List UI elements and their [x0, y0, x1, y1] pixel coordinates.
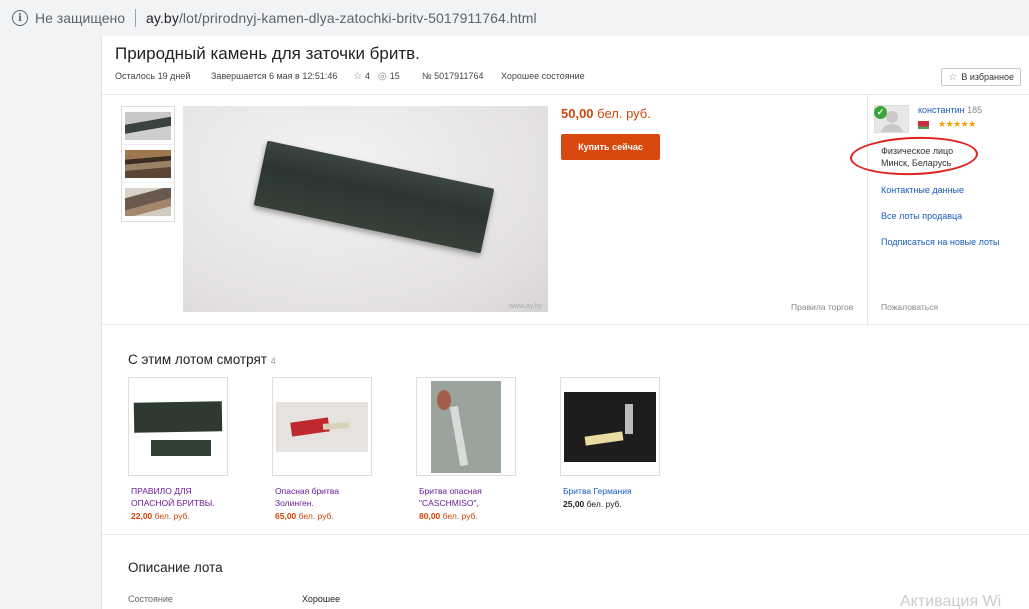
related-item[interactable]: Опасная бритва Золинген. 65,00 бел. руб.	[272, 377, 372, 521]
related-item-name[interactable]: ПРАВИЛО ДЛЯ ОПАСНОЙ БРИТВЫ.	[131, 485, 226, 509]
star-icon: ☆	[948, 71, 958, 83]
related-item-name[interactable]: Бритва опасная "CASCHMISO",	[419, 485, 514, 509]
annotation-circle	[849, 134, 979, 178]
check-icon: ✓	[874, 106, 887, 119]
related-item-image[interactable]	[560, 377, 660, 476]
belarus-flag-icon	[918, 121, 929, 129]
related-item[interactable]: Бритва опасная "CASCHMISO", 80,00 бел. ру…	[416, 377, 516, 521]
related-item-price: 25,00 бел. руб.	[563, 499, 660, 509]
price-value: 80,00	[419, 511, 441, 521]
name-line: Бритва Германия	[563, 486, 632, 496]
divider	[867, 94, 868, 324]
related-item-price: 80,00 бел. руб.	[419, 511, 516, 521]
condition-value: Хорошее	[302, 594, 341, 604]
divider	[135, 9, 136, 27]
lot-page: Природный камень для заточки бритв. Оста…	[101, 36, 1029, 609]
thumbnail[interactable]	[122, 107, 174, 145]
info-icon[interactable]: i	[12, 10, 28, 26]
url-domain: ay.by	[146, 10, 179, 26]
lot-price: 50,00 бел. руб.	[561, 106, 651, 121]
url-field[interactable]: ay.by/lot/prirodnyj-kamen-dlya-zatochki-…	[146, 10, 537, 26]
price-value: 50,00	[561, 106, 594, 121]
related-title-text: С этим лотом смотрят	[128, 352, 267, 367]
thumbnail-strip	[121, 106, 175, 222]
views-value: 15	[389, 71, 400, 81]
price-currency: бел. руб.	[298, 511, 334, 521]
condition-label: Состояние	[128, 594, 173, 604]
seller-lots-link[interactable]: Все лоты продавца	[881, 211, 962, 221]
price-currency: бел. руб.	[154, 511, 190, 521]
page-gutter	[0, 36, 101, 609]
add-to-favorites-button[interactable]: ☆ В избранное	[941, 68, 1021, 86]
lot-condition: Хорошее состояние	[501, 71, 585, 81]
related-item-price: 22,00 бел. руб.	[131, 511, 228, 521]
watchers-value: 4	[364, 71, 370, 81]
related-item-image[interactable]	[416, 377, 516, 476]
os-activation-watermark: Активация Wi	[900, 593, 1002, 609]
price-value: 22,00	[131, 511, 153, 521]
rating-stars: ★★★★★	[938, 119, 976, 129]
related-item-image[interactable]	[272, 377, 372, 476]
url-path: /lot/prirodnyj-kamen-dlya-zatochki-britv…	[178, 10, 537, 26]
related-item[interactable]: Бритва Германия 25,00 бел. руб.	[560, 377, 660, 509]
watchers-count: ☆ 4	[353, 71, 370, 82]
time-remaining: Осталось 19 дней	[115, 71, 191, 81]
star-icon: ☆	[353, 71, 362, 82]
divider	[102, 324, 1029, 325]
price-currency: бел. руб.	[442, 511, 478, 521]
security-label[interactable]: Не защищено	[35, 10, 125, 26]
name-line: Бритва опасная	[419, 486, 482, 496]
price-currency: бел. руб.	[586, 499, 622, 509]
name-line: Золинген.	[275, 498, 314, 508]
main-product-image[interactable]: www.ay.by	[183, 106, 548, 312]
eye-icon: ◎	[378, 71, 387, 82]
contact-details-link[interactable]: Контактные данные	[881, 185, 964, 195]
related-item-price: 65,00 бел. руб.	[275, 511, 372, 521]
related-item-name[interactable]: Опасная бритва Золинген.	[275, 485, 370, 509]
description-title: Описание лота	[128, 560, 223, 575]
price-currency: бел. руб.	[597, 106, 651, 121]
end-time: Завершается 6 мая в 12:51:46	[211, 71, 338, 81]
views-count: ◎ 15	[378, 71, 400, 82]
seller-name[interactable]: константин 185	[918, 105, 982, 115]
name-line: "CASCHMISO",	[419, 498, 479, 508]
price-value: 25,00	[563, 499, 585, 509]
related-item[interactable]: ПРАВИЛО ДЛЯ ОПАСНОЙ БРИТВЫ. 22,00 бел. ру…	[128, 377, 228, 521]
name-line: ОПАСНОЙ БРИТВЫ.	[131, 498, 215, 508]
divider	[102, 534, 1029, 535]
related-item-image[interactable]	[128, 377, 228, 476]
price-value: 65,00	[275, 511, 297, 521]
thumbnail[interactable]	[122, 183, 174, 221]
divider	[102, 94, 1029, 95]
related-item-name[interactable]: Бритва Германия	[563, 485, 658, 497]
seller-score: 185	[967, 105, 983, 115]
lot-number: № 5017911764	[422, 71, 484, 81]
auction-rules-link[interactable]: Правила торгов	[791, 302, 853, 312]
image-watermark: www.ay.by	[509, 303, 542, 310]
subscribe-link[interactable]: Подписаться на новые лоты	[881, 237, 999, 247]
seller-name-text: константин	[918, 105, 965, 115]
name-line: ПРАВИЛО ДЛЯ	[131, 486, 192, 496]
name-line: Опасная бритва	[275, 486, 339, 496]
lot-title: Природный камень для заточки бритв.	[115, 44, 420, 63]
thumbnail[interactable]	[122, 145, 174, 183]
related-count: 4	[270, 356, 276, 366]
favorites-label: В избранное	[961, 72, 1014, 82]
buy-now-button[interactable]: Купить сейчас	[561, 134, 660, 160]
related-title: С этим лотом смотрят 4	[128, 352, 276, 367]
stone-image	[253, 140, 495, 254]
browser-address-bar: i Не защищено ay.by/lot/prirodnyj-kamen-…	[0, 0, 1029, 36]
report-link[interactable]: Пожаловаться	[881, 302, 938, 312]
